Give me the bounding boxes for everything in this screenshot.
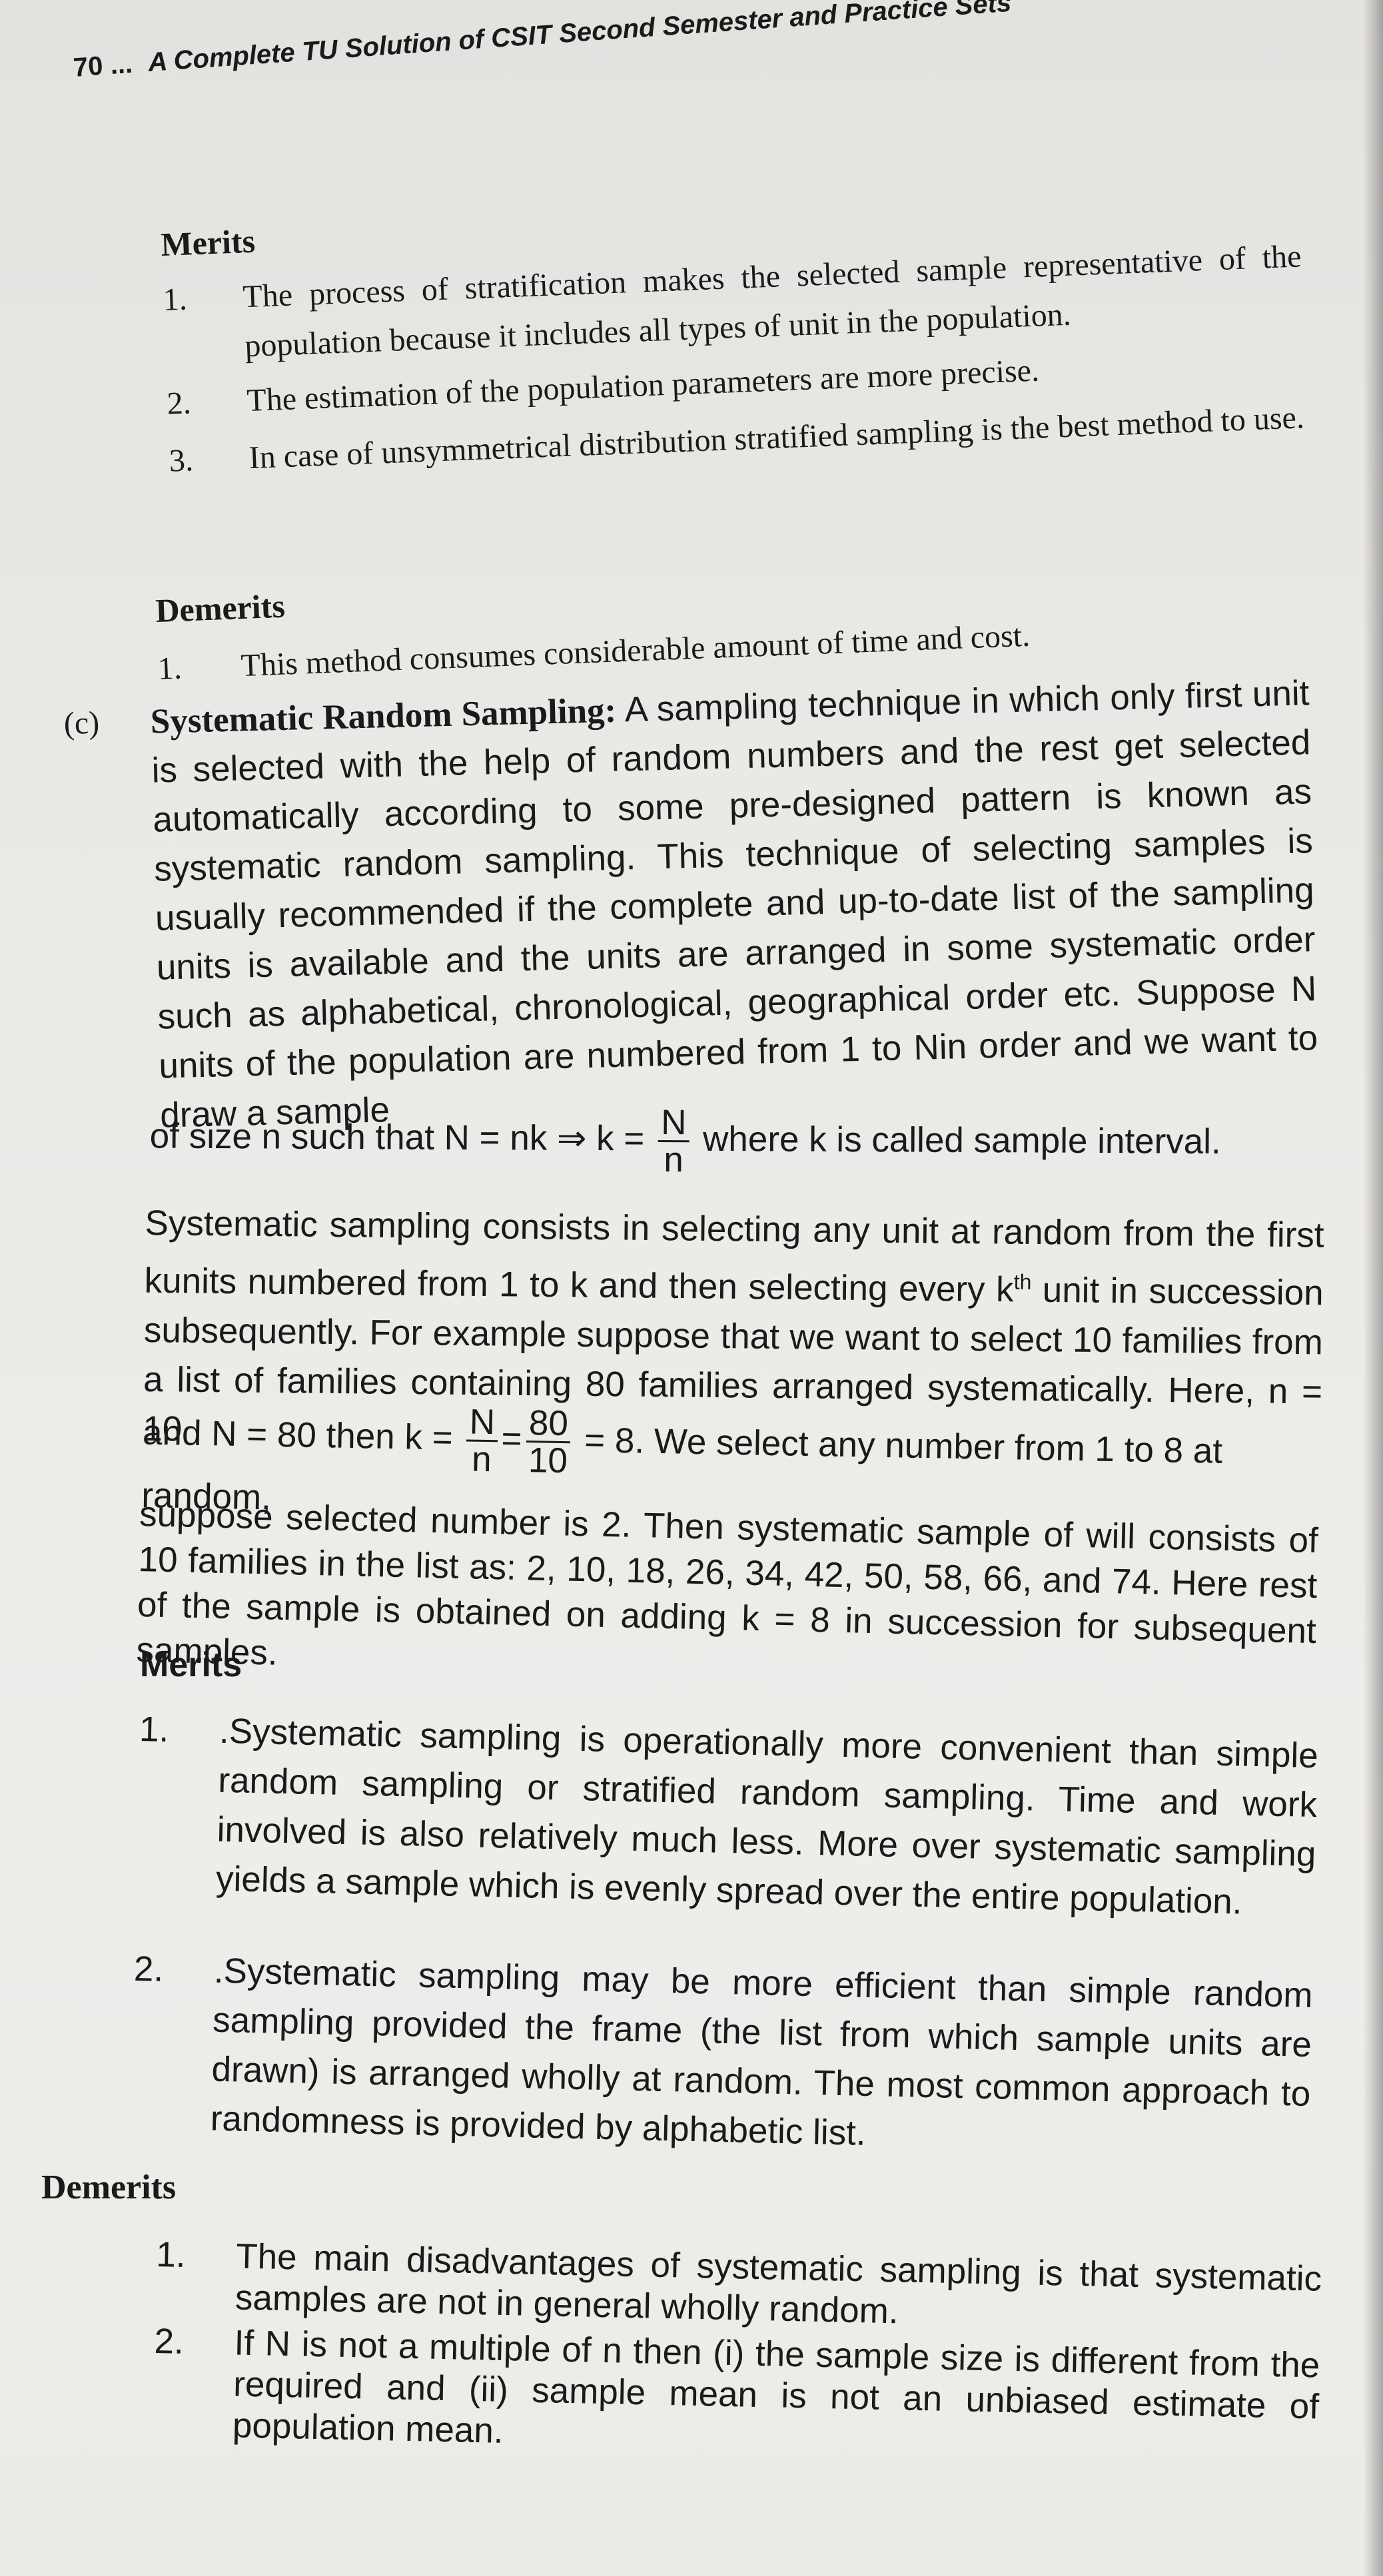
systematic-definition-text: A sampling technique in which only first… <box>151 673 1318 1135</box>
item-number: 1. <box>139 1709 170 1750</box>
stratified-demerits-heading: Demerits <box>155 587 286 629</box>
stratified-merits-heading: Merits <box>160 222 256 263</box>
book-page: 70 ... A Complete TU Solution of CSIT Se… <box>0 0 1383 2576</box>
item-number: 2. <box>154 2321 185 2362</box>
item-number: 2. <box>133 1949 164 1989</box>
systematic-merits-list: 1. .Systematic sampling is operationally… <box>133 1705 1326 2153</box>
example-result-paragraph: suppose selected number is 2. Then syste… <box>136 1492 1319 1700</box>
systematic-demerits-list: 1. The main disadvantages of systematic … <box>154 2234 1322 2451</box>
systematic-intro-paragraph: Systematic Random Sampling: A sampling t… <box>150 669 1320 1140</box>
fraction-80-over-10: 80 10 <box>526 1403 572 1481</box>
fraction-N-over-n: N n <box>466 1403 498 1480</box>
example-prefix: and N = 80 then k = <box>142 1413 454 1458</box>
section-label: (c) <box>63 705 100 741</box>
fraction-numerator: N <box>658 1103 690 1143</box>
systematic-merits-heading: Merits <box>140 1646 242 1684</box>
fraction-numerator: N <box>466 1403 498 1443</box>
systematic-demerits-heading: Demerits <box>41 2168 177 2206</box>
superscript-th: th <box>1013 1269 1032 1294</box>
item-number: 1. <box>155 2234 187 2275</box>
fraction-denominator: n <box>471 1439 492 1480</box>
fraction-denominator: 10 <box>528 1441 568 1481</box>
item-text: If N is not a multiple of n then (i) the… <box>232 2323 1320 2451</box>
item-number: 3. <box>168 442 194 479</box>
fraction-numerator: 80 <box>526 1403 572 1444</box>
sample-interval-formula: of size n such that N = nk ⇒ k = N n whe… <box>149 1102 1322 1181</box>
item-number: 2. <box>166 385 192 422</box>
systematic-title: Systematic Random Sampling: <box>150 691 617 741</box>
item-number: 1. <box>157 650 183 687</box>
formula-suffix: where k is called sample interval. <box>702 1119 1221 1161</box>
page-content: Merits 1. The process of stratification … <box>0 0 1383 2576</box>
stratified-demerits-section: Demerits 1. This method consumes conside… <box>155 542 1300 687</box>
list-item: 1. .Systematic sampling is operationally… <box>135 1705 1325 1931</box>
fraction-N-over-n: N n <box>658 1103 690 1180</box>
formula-prefix: of size n such that N = nk ⇒ k = <box>149 1116 645 1159</box>
fraction-denominator: n <box>664 1140 684 1180</box>
item-text: .Systematic sampling may be more efficie… <box>210 1951 1314 2153</box>
item-text: .Systematic sampling is operationally mo… <box>215 1711 1319 1922</box>
example-result-text: suppose selected number is 2. Then syste… <box>135 1494 1319 1673</box>
equals-sign: = <box>501 1419 523 1459</box>
item-number: 1. <box>162 281 188 318</box>
stratified-merits-section: Merits 1. The process of stratification … <box>160 176 1304 479</box>
list-item: 2. If N is not a multiple of n then (i) … <box>152 2321 1320 2479</box>
list-item: 2. .Systematic sampling may be more effi… <box>130 1945 1320 2171</box>
